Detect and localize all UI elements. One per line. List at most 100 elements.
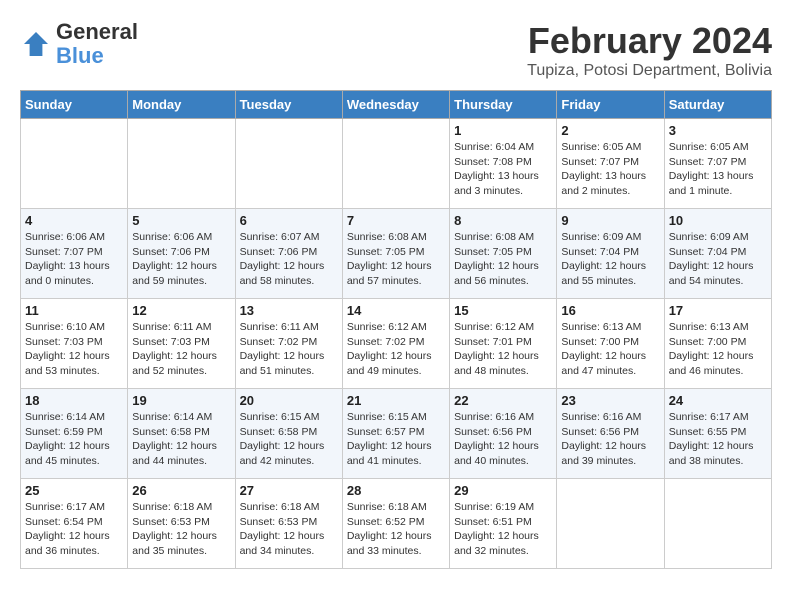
logo: General Blue — [20, 20, 138, 68]
day-info: Sunrise: 6:12 AM Sunset: 7:01 PM Dayligh… — [454, 320, 552, 379]
calendar-cell: 1 Sunrise: 6:04 AM Sunset: 7:08 PM Daylig… — [450, 119, 557, 209]
calendar-cell: 10 Sunrise: 6:09 AM Sunset: 7:04 PM Dayli… — [664, 209, 771, 299]
calendar-cell: 29 Sunrise: 6:19 AM Sunset: 6:51 PM Dayli… — [450, 479, 557, 569]
day-number: 16 — [561, 303, 659, 318]
calendar-cell: 18 Sunrise: 6:14 AM Sunset: 6:59 PM Dayli… — [21, 389, 128, 479]
day-number: 24 — [669, 393, 767, 408]
day-info: Sunrise: 6:15 AM Sunset: 6:57 PM Dayligh… — [347, 410, 445, 469]
day-info: Sunrise: 6:08 AM Sunset: 7:05 PM Dayligh… — [454, 230, 552, 289]
day-number: 26 — [132, 483, 230, 498]
calendar-cell: 2 Sunrise: 6:05 AM Sunset: 7:07 PM Daylig… — [557, 119, 664, 209]
calendar-cell: 6Sunrise: 6:07 AM Sunset: 7:06 PM Daylig… — [235, 209, 342, 299]
calendar-cell — [342, 119, 449, 209]
day-number: 21 — [347, 393, 445, 408]
day-number: 27 — [240, 483, 338, 498]
day-number: 22 — [454, 393, 552, 408]
day-number: 25 — [25, 483, 123, 498]
day-of-week-header: Sunday — [21, 91, 128, 119]
day-info: Sunrise: 6:13 AM Sunset: 7:00 PM Dayligh… — [669, 320, 767, 379]
day-number: 12 — [132, 303, 230, 318]
day-number: 14 — [347, 303, 445, 318]
calendar-cell: 19Sunrise: 6:14 AM Sunset: 6:58 PM Dayli… — [128, 389, 235, 479]
logo-icon — [20, 28, 52, 60]
calendar-cell: 15 Sunrise: 6:12 AM Sunset: 7:01 PM Dayli… — [450, 299, 557, 389]
day-number: 28 — [347, 483, 445, 498]
calendar-body: 1 Sunrise: 6:04 AM Sunset: 7:08 PM Daylig… — [21, 119, 772, 569]
calendar-cell: 22 Sunrise: 6:16 AM Sunset: 6:56 PM Dayli… — [450, 389, 557, 479]
day-info: Sunrise: 6:09 AM Sunset: 7:04 PM Dayligh… — [669, 230, 767, 289]
day-info: Sunrise: 6:10 AM Sunset: 7:03 PM Dayligh… — [25, 320, 123, 379]
day-info: Sunrise: 6:06 AM Sunset: 7:07 PM Dayligh… — [25, 230, 123, 289]
day-of-week-header: Wednesday — [342, 91, 449, 119]
calendar-week-row: 4 Sunrise: 6:06 AM Sunset: 7:07 PM Daylig… — [21, 209, 772, 299]
day-number: 4 — [25, 213, 123, 228]
calendar-cell — [235, 119, 342, 209]
day-number: 29 — [454, 483, 552, 498]
calendar-cell: 24Sunrise: 6:17 AM Sunset: 6:55 PM Dayli… — [664, 389, 771, 479]
day-info: Sunrise: 6:04 AM Sunset: 7:08 PM Dayligh… — [454, 140, 552, 199]
calendar-cell: 23 Sunrise: 6:16 AM Sunset: 6:56 PM Dayli… — [557, 389, 664, 479]
day-of-week-header: Saturday — [664, 91, 771, 119]
day-number: 20 — [240, 393, 338, 408]
day-info: Sunrise: 6:16 AM Sunset: 6:56 PM Dayligh… — [454, 410, 552, 469]
calendar-cell: 3 Sunrise: 6:05 AM Sunset: 7:07 PM Daylig… — [664, 119, 771, 209]
calendar-cell: 27Sunrise: 6:18 AM Sunset: 6:53 PM Dayli… — [235, 479, 342, 569]
day-info: Sunrise: 6:09 AM Sunset: 7:04 PM Dayligh… — [561, 230, 659, 289]
day-number: 7 — [347, 213, 445, 228]
day-of-week-header: Monday — [128, 91, 235, 119]
day-info: Sunrise: 6:17 AM Sunset: 6:54 PM Dayligh… — [25, 500, 123, 559]
day-info: Sunrise: 6:13 AM Sunset: 7:00 PM Dayligh… — [561, 320, 659, 379]
calendar-cell: 25 Sunrise: 6:17 AM Sunset: 6:54 PM Dayli… — [21, 479, 128, 569]
calendar-cell: 14Sunrise: 6:12 AM Sunset: 7:02 PM Dayli… — [342, 299, 449, 389]
day-number: 10 — [669, 213, 767, 228]
calendar-cell: 13 Sunrise: 6:11 AM Sunset: 7:02 PM Dayli… — [235, 299, 342, 389]
calendar-cell: 11 Sunrise: 6:10 AM Sunset: 7:03 PM Dayli… — [21, 299, 128, 389]
calendar-header-row: SundayMondayTuesdayWednesdayThursdayFrid… — [21, 91, 772, 119]
day-number: 13 — [240, 303, 338, 318]
calendar-cell: 21 Sunrise: 6:15 AM Sunset: 6:57 PM Dayli… — [342, 389, 449, 479]
calendar-week-row: 18 Sunrise: 6:14 AM Sunset: 6:59 PM Dayli… — [21, 389, 772, 479]
calendar-cell — [21, 119, 128, 209]
day-info: Sunrise: 6:11 AM Sunset: 7:03 PM Dayligh… — [132, 320, 230, 379]
day-number: 8 — [454, 213, 552, 228]
day-info: Sunrise: 6:06 AM Sunset: 7:06 PM Dayligh… — [132, 230, 230, 289]
day-info: Sunrise: 6:14 AM Sunset: 6:59 PM Dayligh… — [25, 410, 123, 469]
day-info: Sunrise: 6:05 AM Sunset: 7:07 PM Dayligh… — [561, 140, 659, 199]
calendar-cell — [664, 479, 771, 569]
day-number: 5 — [132, 213, 230, 228]
day-info: Sunrise: 6:18 AM Sunset: 6:52 PM Dayligh… — [347, 500, 445, 559]
calendar-cell: 20 Sunrise: 6:15 AM Sunset: 6:58 PM Dayli… — [235, 389, 342, 479]
day-number: 6 — [240, 213, 338, 228]
calendar-cell: 7Sunrise: 6:08 AM Sunset: 7:05 PM Daylig… — [342, 209, 449, 299]
day-number: 19 — [132, 393, 230, 408]
day-number: 1 — [454, 123, 552, 138]
month-title: February 2024 — [527, 20, 772, 62]
day-info: Sunrise: 6:19 AM Sunset: 6:51 PM Dayligh… — [454, 500, 552, 559]
calendar-cell: 8 Sunrise: 6:08 AM Sunset: 7:05 PM Daylig… — [450, 209, 557, 299]
calendar-cell: 4 Sunrise: 6:06 AM Sunset: 7:07 PM Daylig… — [21, 209, 128, 299]
calendar-cell: 9 Sunrise: 6:09 AM Sunset: 7:04 PM Daylig… — [557, 209, 664, 299]
calendar-cell: 17Sunrise: 6:13 AM Sunset: 7:00 PM Dayli… — [664, 299, 771, 389]
calendar-cell: 5 Sunrise: 6:06 AM Sunset: 7:06 PM Daylig… — [128, 209, 235, 299]
day-info: Sunrise: 6:05 AM Sunset: 7:07 PM Dayligh… — [669, 140, 767, 199]
day-info: Sunrise: 6:18 AM Sunset: 6:53 PM Dayligh… — [132, 500, 230, 559]
calendar-week-row: 11 Sunrise: 6:10 AM Sunset: 7:03 PM Dayli… — [21, 299, 772, 389]
day-number: 2 — [561, 123, 659, 138]
calendar-cell: 26 Sunrise: 6:18 AM Sunset: 6:53 PM Dayli… — [128, 479, 235, 569]
day-info: Sunrise: 6:16 AM Sunset: 6:56 PM Dayligh… — [561, 410, 659, 469]
day-number: 18 — [25, 393, 123, 408]
day-number: 11 — [25, 303, 123, 318]
day-number: 3 — [669, 123, 767, 138]
calendar-cell — [128, 119, 235, 209]
day-number: 15 — [454, 303, 552, 318]
calendar-table: SundayMondayTuesdayWednesdayThursdayFrid… — [20, 90, 772, 569]
calendar-cell: 16 Sunrise: 6:13 AM Sunset: 7:00 PM Dayli… — [557, 299, 664, 389]
day-number: 9 — [561, 213, 659, 228]
day-of-week-header: Thursday — [450, 91, 557, 119]
day-info: Sunrise: 6:15 AM Sunset: 6:58 PM Dayligh… — [240, 410, 338, 469]
page-header: General Blue February 2024 Tupiza, Potos… — [20, 20, 772, 80]
day-number: 23 — [561, 393, 659, 408]
day-of-week-header: Friday — [557, 91, 664, 119]
day-of-week-header: Tuesday — [235, 91, 342, 119]
day-info: Sunrise: 6:11 AM Sunset: 7:02 PM Dayligh… — [240, 320, 338, 379]
